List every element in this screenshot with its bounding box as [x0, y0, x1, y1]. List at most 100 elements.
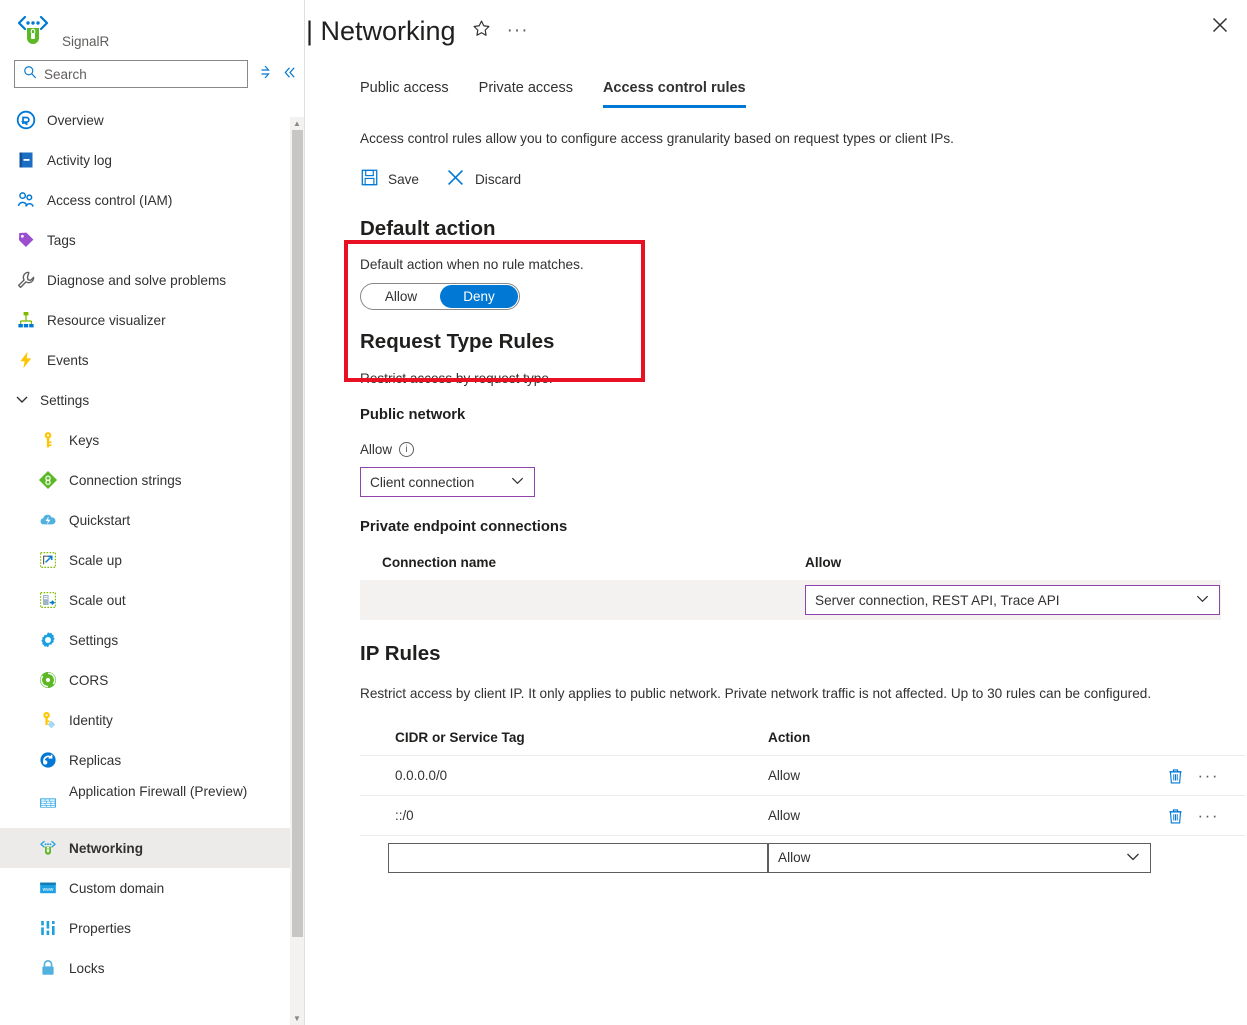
resource-sidebar: SignalR Search [0, 0, 305, 1025]
cell-allow: Server connection, REST API, Trace API [805, 580, 1221, 620]
search-icon [23, 65, 37, 84]
new-cidr-input[interactable] [388, 843, 768, 873]
sidebar-item-properties[interactable]: Properties [0, 908, 304, 948]
trash-icon[interactable] [1167, 807, 1184, 825]
sidebar-item-keys[interactable]: Keys [0, 420, 304, 460]
sidebar-item-identity[interactable]: Identity [0, 700, 304, 740]
info-icon[interactable]: i [399, 442, 414, 457]
sidebar-item-overview[interactable]: Overview [0, 100, 304, 140]
sidebar-item-activity-log[interactable]: Activity log [0, 140, 304, 180]
sidebar-item-quickstart[interactable]: Quickstart [0, 500, 304, 540]
sidebar-item-events[interactable]: Events [0, 340, 304, 380]
sidebar-item-connection-strings[interactable]: Connection strings [0, 460, 304, 500]
discard-label: Discard [475, 172, 521, 187]
cell-row-actions: ··· [1118, 796, 1245, 836]
save-button[interactable]: Save [360, 168, 419, 190]
wrench-icon [16, 270, 36, 290]
cell-new-action: Allow [768, 836, 1245, 880]
discard-button[interactable]: Discard [445, 167, 521, 191]
sidebar-item-label: Tags [47, 233, 76, 248]
blade-header: | Networking ··· [306, 0, 1247, 56]
table-row: 0.0.0.0/0 Allow [360, 756, 1245, 796]
sidebar-item-label: Resource visualizer [47, 313, 166, 328]
default-action-toggle[interactable]: Allow Deny [360, 283, 520, 310]
request-type-rules-heading: Request Type Rules [360, 330, 1231, 354]
sidebar-scrollbar-thumb[interactable] [292, 130, 303, 937]
sidebar-item-label: Overview [47, 113, 104, 128]
custom-domain-icon: www [38, 878, 58, 898]
properties-icon [38, 918, 58, 938]
search-placeholder: Search [44, 67, 87, 82]
azure-portal-blade: SignalR Search [0, 0, 1247, 1025]
tags-icon [16, 230, 36, 250]
firewall-icon [38, 793, 58, 813]
sidebar-item-application-firewall[interactable]: Application Firewall (Preview) [0, 780, 304, 828]
sidebar-item-label: Connection strings [69, 473, 182, 488]
trash-icon[interactable] [1167, 767, 1184, 785]
page-title: | Networking [306, 16, 456, 47]
cell-row-actions: ··· [1118, 756, 1245, 796]
activity-log-icon [16, 150, 36, 170]
sidebar-scrollbar[interactable]: ▲ ▼ [290, 117, 304, 1025]
sidebar-item-tags[interactable]: Tags [0, 220, 304, 260]
ellipsis-icon[interactable]: ··· [507, 20, 529, 42]
scroll-down-icon[interactable]: ▼ [290, 1012, 304, 1025]
signalr-icon [14, 12, 52, 52]
public-network-allow-dropdown[interactable]: Client connection [360, 467, 535, 497]
replicas-icon [38, 750, 58, 770]
sidebar-item-diagnose[interactable]: Diagnose and solve problems [0, 260, 304, 300]
table-row: ::/0 Allow [360, 796, 1245, 836]
sidebar-item-scale-out[interactable]: Scale out [0, 580, 304, 620]
public-network-allow-value: Client connection [370, 475, 474, 490]
private-endpoint-heading: Private endpoint connections [360, 519, 1231, 535]
chevron-double-left-icon[interactable] [282, 65, 297, 84]
sidebar-item-scale-up[interactable]: Scale up [0, 540, 304, 580]
sidebar-item-replicas[interactable]: Replicas [0, 740, 304, 780]
gear-icon [38, 630, 58, 650]
tab-access-control-rules[interactable]: Access control rules [603, 80, 746, 108]
search-input[interactable]: Search [14, 60, 248, 88]
tab-public-access[interactable]: Public access [360, 80, 449, 108]
sidebar-item-label: Scale out [69, 593, 126, 608]
sort-icon[interactable] [258, 64, 272, 84]
close-icon[interactable] [1205, 10, 1235, 40]
sidebar-item-label: Keys [69, 433, 99, 448]
sidebar-item-label: Quickstart [69, 513, 130, 528]
sidebar-item-locks[interactable]: Locks [0, 948, 304, 988]
default-action-option-allow[interactable]: Allow [362, 285, 440, 308]
private-endpoint-allow-dropdown[interactable]: Server connection, REST API, Trace API [805, 585, 1220, 615]
private-endpoint-table: Connection name Allow Server connection,… [360, 549, 1221, 620]
default-action-option-deny[interactable]: Deny [440, 285, 518, 308]
default-action-heading: Default action [360, 217, 1231, 241]
new-action-dropdown[interactable]: Allow [768, 843, 1151, 873]
star-icon[interactable] [472, 19, 491, 44]
sidebar-item-cors[interactable]: CORS [0, 660, 304, 700]
tab-strip: Public access Private access Access cont… [306, 80, 1247, 108]
ellipsis-icon[interactable]: ··· [1198, 807, 1219, 824]
public-network-heading: Public network [360, 407, 1231, 423]
ip-rules-table: CIDR or Service Tag Action 0.0.0.0/0 All… [360, 724, 1245, 880]
sidebar-item-access-control[interactable]: Access control (IAM) [0, 180, 304, 220]
scroll-up-icon[interactable]: ▲ [290, 117, 304, 130]
resource-visualizer-icon [16, 310, 36, 330]
connection-strings-icon [38, 470, 58, 490]
networking-icon [38, 838, 58, 858]
cell-action: Allow [768, 756, 1118, 796]
tab-private-access[interactable]: Private access [479, 80, 573, 108]
new-action-value: Allow [778, 850, 810, 865]
sidebar-item-custom-domain[interactable]: www Custom domain [0, 868, 304, 908]
sidebar-group-label: Settings [40, 393, 89, 408]
sidebar-group-settings[interactable]: Settings [0, 380, 304, 420]
brand: SignalR [0, 0, 304, 52]
ellipsis-icon[interactable]: ··· [1198, 767, 1219, 784]
sidebar-item-label: Activity log [47, 153, 112, 168]
page-title-row: | Networking ··· [306, 16, 529, 47]
cell-action: Allow [768, 796, 1118, 836]
sidebar-item-networking[interactable]: Networking [0, 828, 304, 868]
sidebar-item-label: Identity [69, 713, 113, 728]
sidebar-item-resource-visualizer[interactable]: Resource visualizer [0, 300, 304, 340]
sidebar-item-settings[interactable]: Settings [0, 620, 304, 660]
column-cidr-or-service-tag: CIDR or Service Tag [360, 724, 768, 756]
sidebar-item-label: Settings [69, 633, 118, 648]
table-header-row: Connection name Allow [360, 549, 1221, 580]
